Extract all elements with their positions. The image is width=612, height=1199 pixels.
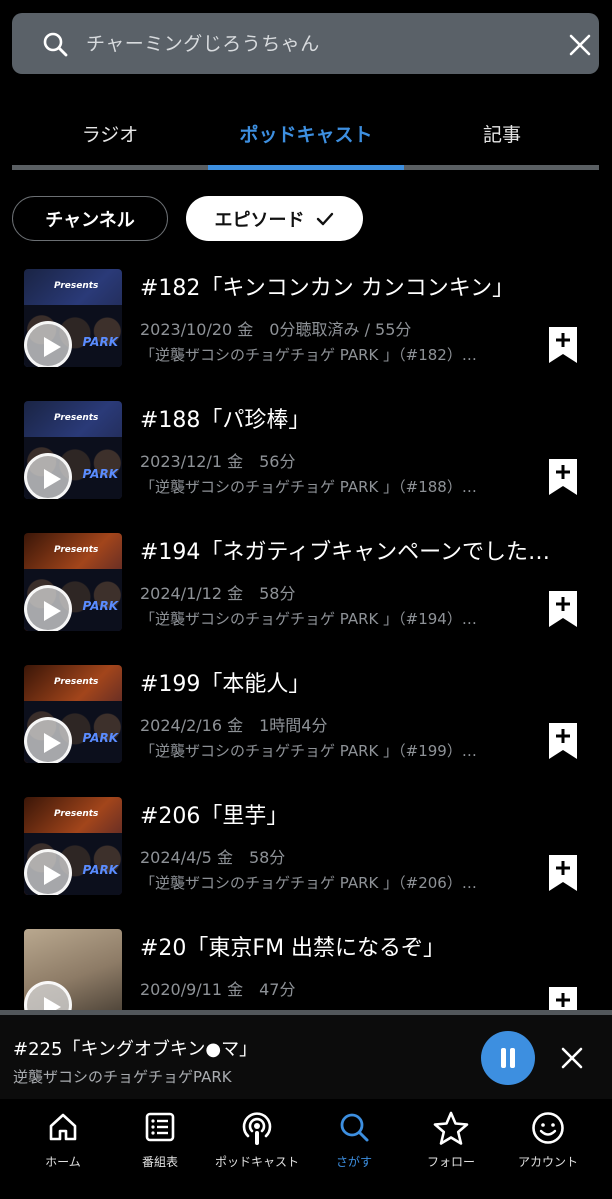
filter-chip-channel-label: チャンネル: [45, 209, 135, 231]
list-icon: [145, 1112, 175, 1142]
search-input[interactable]: チャーミングじろうちゃん: [86, 30, 320, 58]
episode-thumbnail: Presents PARK: [24, 533, 122, 631]
episode-program: 「逆襲ザコシのチョゲチョゲ PARK 」（#182）…: [140, 346, 477, 364]
search-icon: [43, 32, 68, 57]
pause-icon: [510, 1048, 515, 1068]
nav-schedule-label: 番組表: [141, 1155, 178, 1169]
episode-program: 「逆襲ザコシのチョゲチョゲ PARK 」（#206）…: [140, 874, 477, 892]
play-button[interactable]: [24, 453, 72, 499]
bookmark-add-icon[interactable]: [548, 458, 578, 496]
play-button[interactable]: [24, 849, 72, 895]
tab-podcast[interactable]: ポッドキャスト: [208, 100, 404, 166]
filter-chip-channel[interactable]: チャンネル: [12, 196, 168, 241]
bottom-navigation: ホーム 番組表 ポッドキャスト さがす フォロー アカウント: [0, 1099, 612, 1199]
episode-meta: 2024/1/12 金 58分: [140, 584, 296, 603]
play-icon: [44, 997, 61, 1010]
episode-title: #20「東京FM 出禁になるぞ」: [140, 936, 446, 961]
episode-meta: 2020/9/11 金 47分: [140, 980, 296, 999]
play-icon: [44, 865, 61, 885]
episode-meta: 2024/4/5 金 58分: [140, 848, 286, 867]
play-button[interactable]: [24, 321, 72, 367]
list-item[interactable]: #20「東京FM 出禁になるぞ」 2020/9/11 金 47分: [0, 929, 612, 1010]
nav-follow[interactable]: フォロー: [400, 1099, 502, 1199]
nav-podcast[interactable]: ポッドキャスト: [206, 1099, 308, 1199]
episode-meta: 2023/10/20 金 0分聴取済み / 55分: [140, 320, 412, 339]
filter-chip-episode-label: エピソード: [214, 209, 305, 231]
play-icon: [44, 733, 61, 753]
episode-title: #206「里芋」: [140, 804, 289, 829]
nav-search-label: さがす: [335, 1155, 372, 1169]
nav-home-label: ホーム: [45, 1155, 81, 1169]
episode-title: #199「本能人」: [140, 672, 311, 697]
nav-schedule[interactable]: 番組表: [109, 1099, 211, 1199]
play-icon: [44, 337, 61, 357]
episode-program: 「逆襲ザコシのチョゲチョゲ PARK 」（#194）…: [140, 610, 477, 628]
checkmark-icon: [316, 212, 333, 225]
category-tabs: ラジオ ポッドキャスト 記事: [12, 100, 599, 170]
tab-underline: [12, 165, 599, 170]
play-icon: [44, 601, 61, 621]
bookmark-add-icon[interactable]: [548, 722, 578, 760]
play-button[interactable]: [24, 981, 72, 1010]
list-item[interactable]: Presents PARK #199「本能人」 2024/2/16 金 1時間4分…: [0, 665, 612, 797]
pause-button[interactable]: [481, 1031, 535, 1085]
search-icon: [340, 1113, 369, 1142]
episode-thumbnail: Presents PARK: [24, 401, 122, 499]
now-playing-program: 逆襲ザコシのチョゲチョゲPARK: [13, 1068, 232, 1086]
nav-search[interactable]: さがす: [303, 1099, 405, 1199]
now-playing-title: #225「キングオブキン●マ」: [13, 1039, 258, 1060]
episode-thumbnail: Presents PARK: [24, 665, 122, 763]
episode-meta: 2023/12/1 金 56分: [140, 452, 296, 471]
close-player-icon[interactable]: [560, 1046, 584, 1070]
bookmark-add-icon[interactable]: [548, 326, 578, 364]
home-icon: [49, 1113, 77, 1141]
bookmark-add-icon[interactable]: [548, 590, 578, 628]
nav-follow-label: フォロー: [426, 1155, 475, 1169]
tab-active-indicator: [208, 165, 404, 170]
search-bar[interactable]: チャーミングじろうちゃん: [12, 13, 599, 74]
mini-player[interactable]: #225「キングオブキン●マ」 逆襲ザコシのチョゲチョゲPARK: [0, 1015, 612, 1099]
nav-home[interactable]: ホーム: [12, 1099, 114, 1199]
episode-thumbnail: [24, 929, 122, 1010]
list-item[interactable]: Presents PARK #194「ネガティブキャンペーンでした… 2024/1…: [0, 533, 612, 665]
podcast-icon: [242, 1112, 272, 1145]
tab-articles[interactable]: 記事: [404, 100, 600, 166]
episode-title: #188「パ珍棒」: [140, 408, 311, 433]
episode-thumbnail: Presents PARK: [24, 797, 122, 895]
list-item[interactable]: Presents PARK #182「キンコンカン カンコンキン」 2023/10…: [0, 269, 612, 401]
tab-radio[interactable]: ラジオ: [12, 100, 208, 166]
episode-thumbnail: Presents PARK: [24, 269, 122, 367]
bookmark-add-icon[interactable]: [548, 854, 578, 892]
filter-chip-episode[interactable]: エピソード: [186, 196, 363, 241]
star-icon: [433, 1111, 469, 1145]
episode-program: 「逆襲ザコシのチョゲチョゲ PARK 」（#199）…: [140, 742, 477, 760]
episode-title: #194「ネガティブキャンペーンでした…: [140, 540, 551, 565]
list-item[interactable]: Presents PARK #188「パ珍棒」 2023/12/1 金 56分 「…: [0, 401, 612, 533]
smile-icon: [532, 1112, 564, 1144]
nav-account-label: アカウント: [517, 1155, 578, 1169]
play-button[interactable]: [24, 717, 72, 763]
pause-icon: [501, 1048, 506, 1068]
clear-search-icon[interactable]: [568, 33, 592, 57]
play-button[interactable]: [24, 585, 72, 631]
bookmark-add-icon[interactable]: [548, 986, 578, 1010]
episode-meta: 2024/2/16 金 1時間4分: [140, 716, 328, 735]
nav-podcast-label: ポッドキャスト: [214, 1155, 299, 1169]
episode-program: 「逆襲ザコシのチョゲチョゲ PARK 」（#188）…: [140, 478, 477, 496]
play-icon: [44, 469, 61, 489]
episode-title: #182「キンコンカン カンコンキン」: [140, 276, 515, 301]
nav-account[interactable]: アカウント: [497, 1099, 599, 1199]
list-item[interactable]: Presents PARK #206「里芋」 2024/4/5 金 58分 「逆襲…: [0, 797, 612, 929]
